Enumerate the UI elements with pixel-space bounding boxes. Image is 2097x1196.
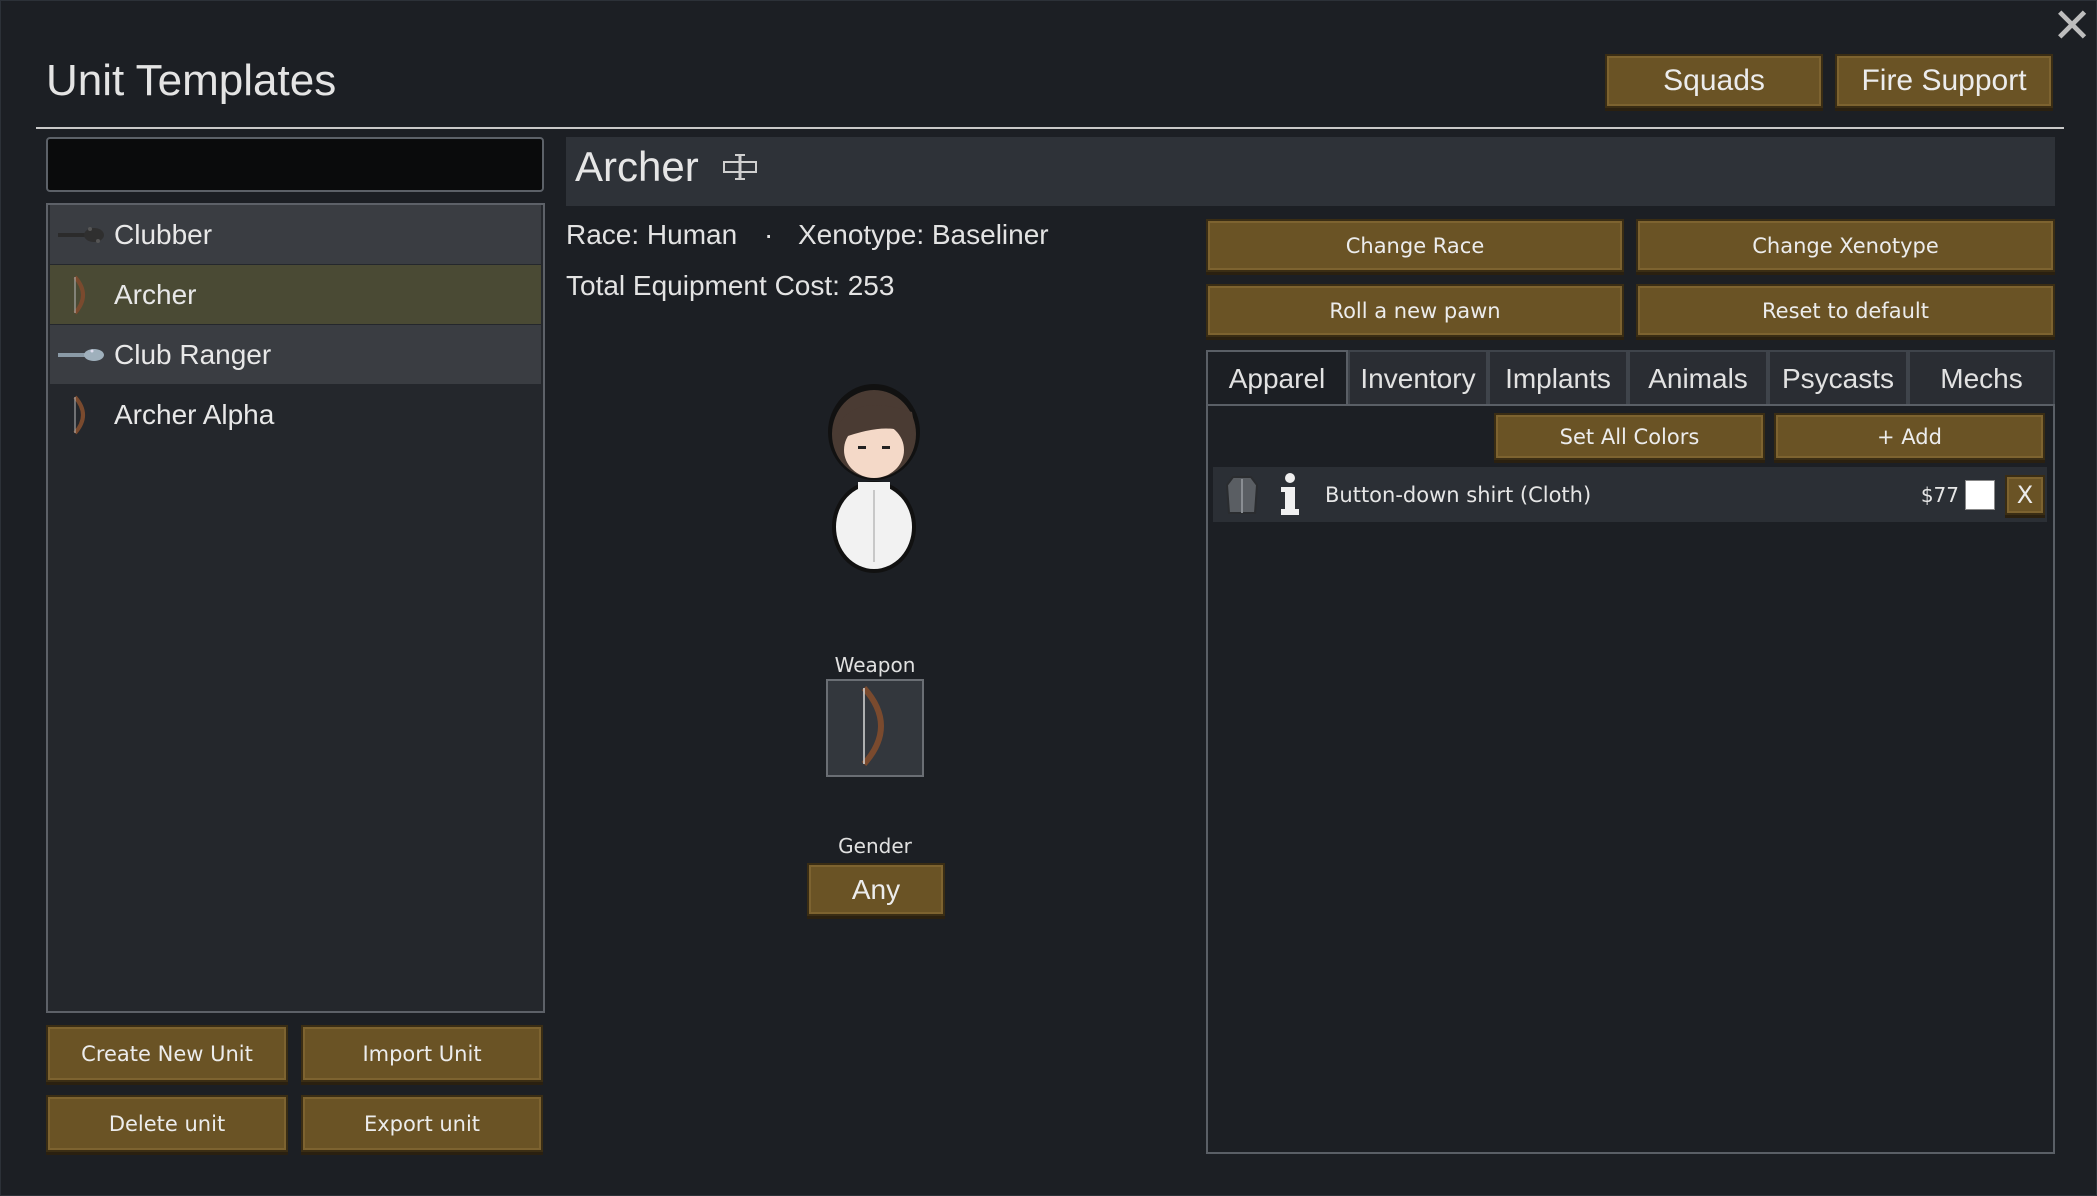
close-icon[interactable]: ✕ [2052, 3, 2092, 51]
apparel-item-name: Button-down shirt (Cloth) [1325, 482, 1592, 507]
list-item-clubber[interactable]: Clubber [50, 205, 541, 264]
pawn-portrait [812, 372, 937, 582]
unit-header [566, 137, 2055, 206]
change-xenotype-button[interactable]: Change Xenotype [1636, 219, 2055, 272]
gender-label: Gender [838, 834, 912, 858]
shirt-icon [1223, 474, 1261, 516]
delete-unit-button[interactable]: Delete unit [46, 1095, 288, 1152]
list-item-club-ranger[interactable]: Club Ranger [50, 325, 541, 384]
remove-apparel-button[interactable]: X [2005, 474, 2045, 515]
tab-apparel[interactable]: Apparel [1206, 350, 1348, 406]
import-unit-button[interactable]: Import Unit [301, 1025, 543, 1082]
weapon-label: Weapon [834, 653, 916, 677]
color-swatch[interactable] [1965, 479, 1995, 510]
bow-icon [54, 275, 108, 315]
reset-to-default-button[interactable]: Reset to default [1636, 284, 2055, 337]
create-new-unit-button[interactable]: Create New Unit [46, 1025, 288, 1082]
export-unit-button[interactable]: Export unit [301, 1095, 543, 1152]
title-divider [36, 127, 2064, 129]
info-icon[interactable] [1275, 472, 1305, 518]
apparel-item-row: Button-down shirt (Cloth) $77 X [1213, 467, 2047, 522]
set-all-colors-button[interactable]: Set All Colors [1494, 413, 1765, 460]
club-icon [54, 215, 108, 255]
squads-button[interactable]: Squads [1605, 54, 1823, 108]
list-item-archer-alpha[interactable]: Archer Alpha [50, 385, 541, 444]
tab-mechs[interactable]: Mechs [1908, 350, 2055, 406]
list-item-archer[interactable]: Archer [50, 265, 541, 324]
list-item-label: Club Ranger [114, 338, 272, 370]
roll-new-pawn-button[interactable]: Roll a new pawn [1206, 284, 1624, 337]
tab-inventory[interactable]: Inventory [1348, 350, 1488, 406]
club-icon [54, 335, 108, 375]
rename-icon[interactable] [722, 152, 760, 182]
list-item-label: Archer [114, 278, 197, 310]
race-text: Race: Human [566, 219, 738, 250]
unit-list: Clubber Archer Club Ranger Archer Alpha [46, 203, 545, 1013]
unit-name: Archer [575, 143, 699, 190]
tab-implants[interactable]: Implants [1488, 350, 1628, 406]
tab-animals[interactable]: Animals [1628, 350, 1768, 406]
gender-button[interactable]: Any [807, 863, 945, 916]
weapon-slot[interactable] [826, 679, 924, 777]
bow-icon [54, 395, 108, 435]
window-title: Unit Templates [46, 56, 337, 105]
equipment-tabs: Apparel Inventory Implants Animals Psyca… [1206, 350, 2055, 406]
tab-psycasts[interactable]: Psycasts [1768, 350, 1908, 406]
apparel-item-price: $77 [1920, 482, 1959, 507]
xenotype-text: Xenotype: Baseliner [798, 219, 1049, 250]
fire-support-button[interactable]: Fire Support [1835, 54, 2053, 108]
change-race-button[interactable]: Change Race [1206, 219, 1624, 272]
search-input[interactable] [46, 137, 544, 192]
add-apparel-button[interactable]: + Add [1774, 413, 2045, 460]
list-item-label: Clubber [114, 218, 213, 250]
bow-icon [850, 684, 900, 773]
equipment-cost-text: Total Equipment Cost: 253 [566, 270, 895, 301]
list-item-label: Archer Alpha [114, 398, 275, 430]
separator-dot: · [764, 219, 774, 250]
